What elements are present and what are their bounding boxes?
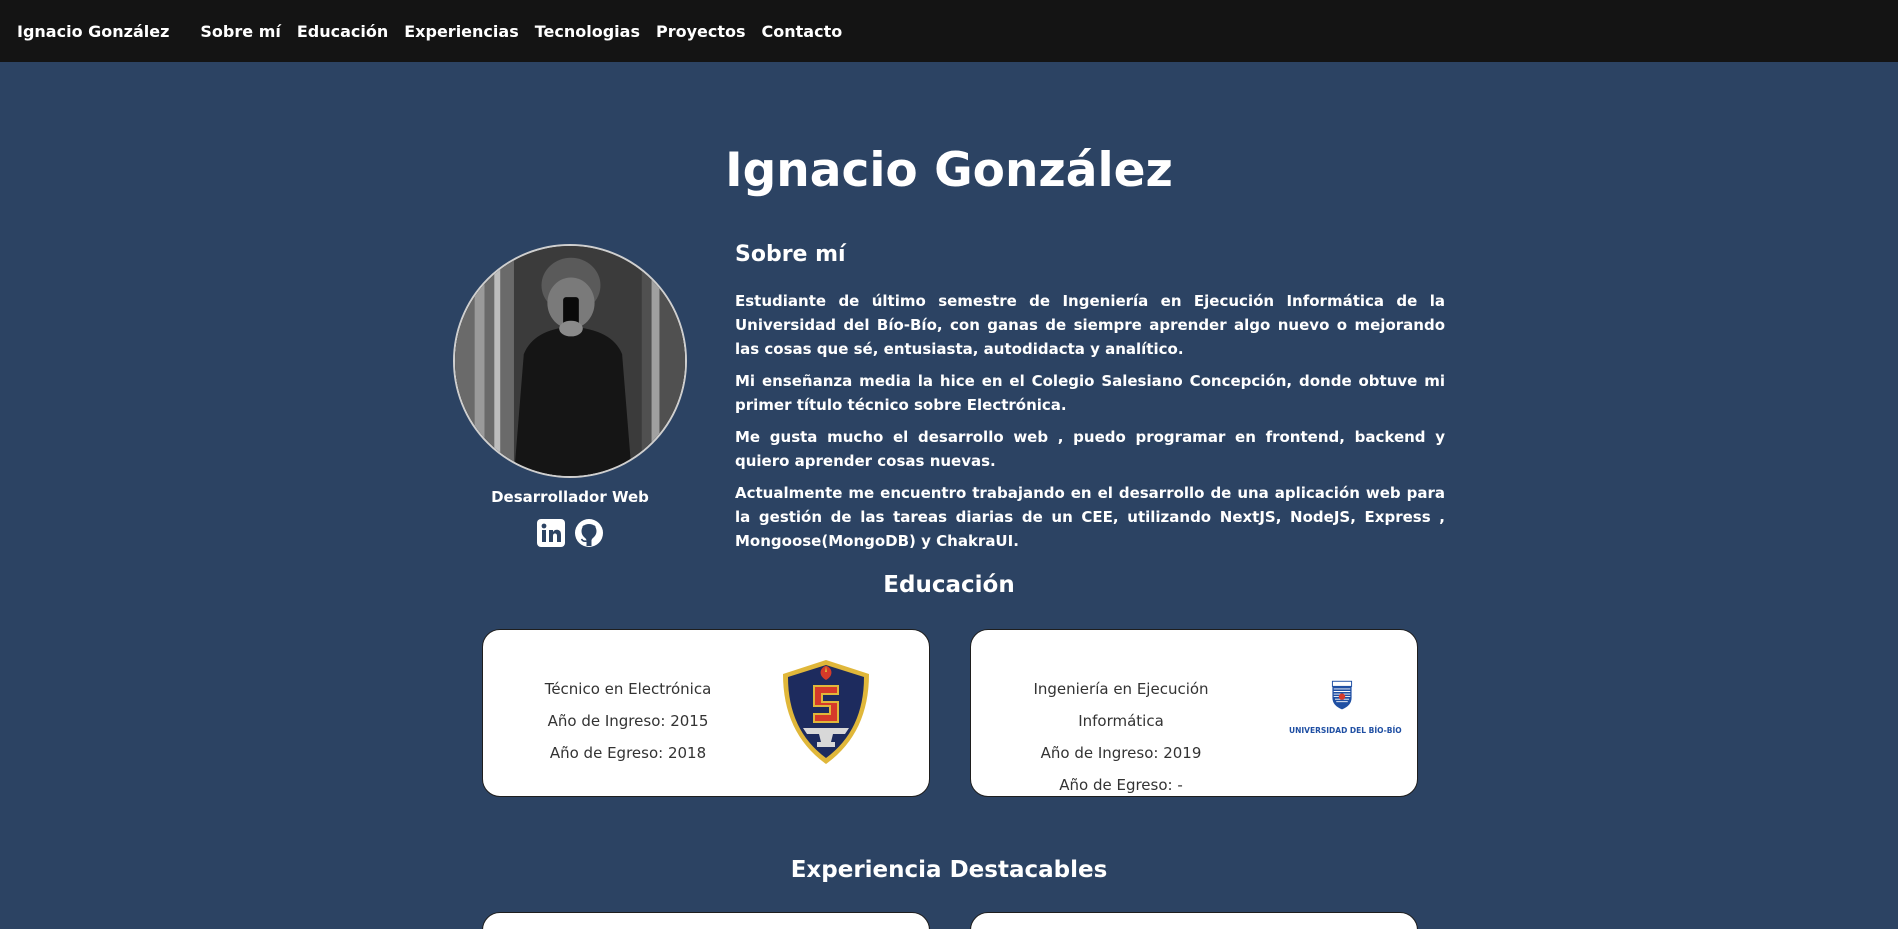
nav-link-tecnologias[interactable]: Tecnologias bbox=[535, 22, 640, 41]
education-degree: Ingeniería en Ejecución Informática bbox=[1033, 680, 1209, 730]
brand-link[interactable]: Ignacio González bbox=[17, 22, 169, 41]
education-info: Técnico en Electrónica Año de Ingreso: 2… bbox=[523, 673, 733, 769]
about-text: Estudiante de último semestre de Ingenie… bbox=[735, 289, 1445, 561]
education-title: Educación bbox=[883, 572, 1015, 598]
education-degree: Técnico en Electrónica bbox=[544, 680, 712, 698]
nav-links: Sobre mí Educación Experiencias Tecnolog… bbox=[200, 22, 842, 41]
ubb-logo-text: UNIVERSIDAD DEL BÍO-BÍO bbox=[1289, 726, 1402, 735]
education-info: Ingeniería en Ejecución Informática Año … bbox=[989, 673, 1253, 801]
top-navbar: Ignacio González Sobre mí Educación Expe… bbox=[0, 0, 1898, 62]
experience-card bbox=[970, 912, 1418, 929]
about-title: Sobre mí bbox=[735, 242, 846, 267]
nav-link-contacto[interactable]: Contacto bbox=[762, 22, 843, 41]
education-ingreso: Año de Ingreso: 2015 bbox=[547, 712, 709, 730]
education-egreso: Año de Egreso: 2018 bbox=[549, 744, 707, 762]
role-label: Desarrollador Web bbox=[491, 488, 649, 506]
about-paragraph: Me gusta mucho el desarrollo web , puedo… bbox=[735, 428, 1445, 470]
profile-photo-image bbox=[455, 246, 685, 476]
education-card: Técnico en Electrónica Año de Ingreso: 2… bbox=[482, 629, 930, 797]
github-icon[interactable] bbox=[574, 518, 604, 548]
nav-link-sobre-mi[interactable]: Sobre mí bbox=[200, 22, 280, 41]
experience-card bbox=[482, 912, 930, 929]
about-paragraph: Estudiante de último semestre de Ingenie… bbox=[735, 292, 1445, 358]
education-card: Ingeniería en Ejecución Informática Año … bbox=[970, 629, 1418, 797]
profile-photo bbox=[453, 244, 687, 478]
nav-link-experiencias[interactable]: Experiencias bbox=[404, 22, 518, 41]
salesiano-shield-logo bbox=[781, 658, 871, 766]
social-links bbox=[536, 518, 604, 548]
linkedin-icon[interactable] bbox=[536, 518, 566, 548]
experience-title: Experiencia Destacables bbox=[790, 857, 1108, 883]
nav-link-proyectos[interactable]: Proyectos bbox=[656, 22, 746, 41]
education-egreso: Año de Egreso: - bbox=[1059, 776, 1183, 794]
ubb-logo: UNIVERSIDAD DEL BÍO-BÍO bbox=[1289, 680, 1402, 752]
about-paragraph: Mi enseñanza media la hice en el Colegio… bbox=[735, 372, 1445, 414]
about-paragraph: Actualmente me encuentro trabajando en e… bbox=[735, 484, 1445, 550]
education-ingreso: Año de Ingreso: 2019 bbox=[1040, 744, 1202, 762]
page-title: Ignacio González bbox=[725, 143, 1173, 198]
nav-link-educacion[interactable]: Educación bbox=[297, 22, 388, 41]
